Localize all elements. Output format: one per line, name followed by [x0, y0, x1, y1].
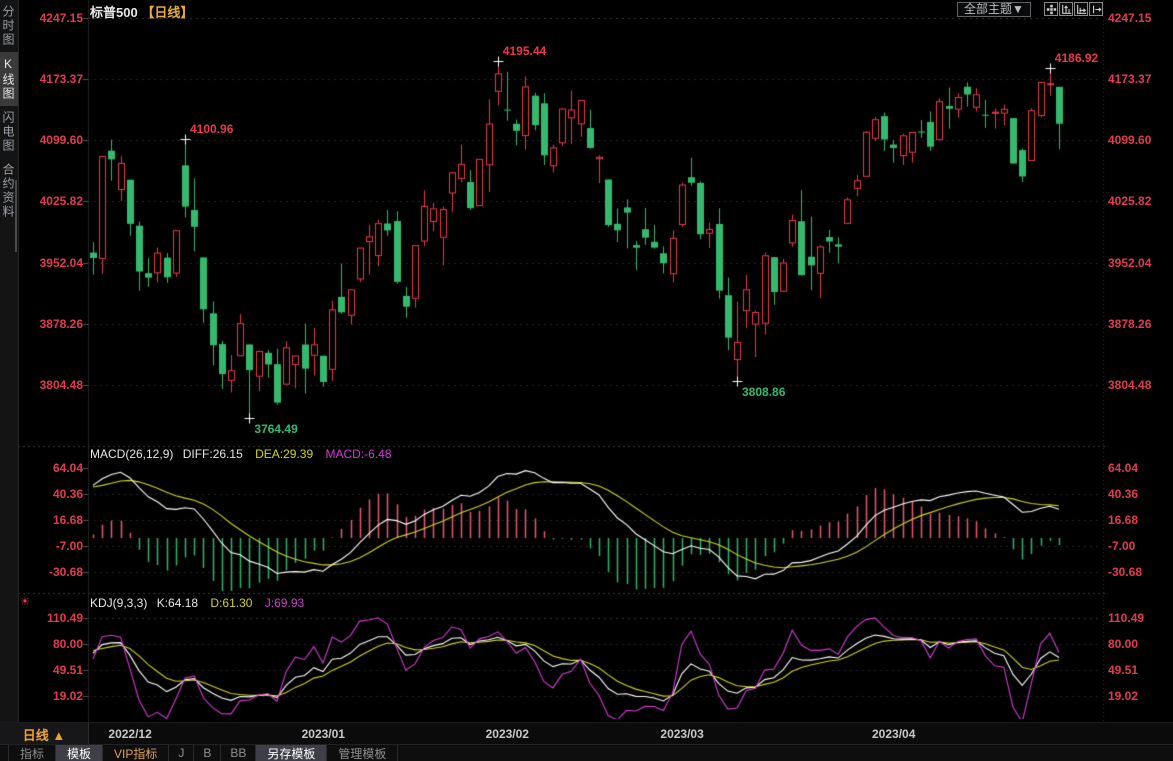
axis-label: 64.04 — [0, 461, 83, 475]
bottom-toolbar: 指标模板VIP指标JBBB另存模板管理模板 — [0, 744, 1173, 761]
axis-label: 64.04 — [1108, 461, 1138, 475]
sidebar-item-分时图[interactable]: 分时图 — [0, 0, 18, 52]
axis-label: 3878.26 — [1108, 317, 1151, 331]
axis-label: 4099.60 — [1108, 133, 1151, 147]
fit-vertical-axis-icon[interactable] — [1059, 2, 1073, 16]
macd-name-label: MACD(26,12,9) — [90, 447, 173, 461]
toolbar-tab-BB[interactable]: BB — [220, 745, 255, 761]
price-annotation-low: 3764.49 — [254, 422, 297, 436]
axis-label: 3804.48 — [1108, 378, 1151, 392]
axis-label: 19.02 — [1108, 689, 1138, 703]
symbol-title: 标普500 — [90, 5, 138, 20]
axis-label: 16.68 — [0, 513, 83, 527]
axis-label: -7.00 — [0, 539, 83, 553]
kdj-j-value: J:69.93 — [265, 596, 304, 610]
toolbar-tab-另存模板[interactable]: 另存模板 — [255, 745, 326, 761]
chart-header: 标普500 【日线】 — [90, 2, 193, 21]
xaxis-strip: 日线 ▲ 2022/12 2023/01 2023/02 2023/03 2023/04 — [0, 722, 1173, 745]
x-axis-month-label: 2023/04 — [872, 727, 915, 741]
axis-label: -7.00 — [1108, 539, 1135, 553]
axis-label: 3952.04 — [0, 256, 83, 270]
price-annotation-high: 4186.92 — [1055, 51, 1098, 65]
chart-tool-icons — [1044, 2, 1103, 16]
x-axis-month-label: 2022/12 — [108, 727, 151, 741]
sidebar-item-闪电图[interactable]: 闪电图 — [0, 106, 18, 158]
toolbar-tab-J[interactable]: J — [168, 745, 193, 761]
pan-icon[interactable] — [1044, 2, 1058, 16]
kdj-k-value: K:64.18 — [157, 596, 198, 610]
toolbar-tab-管理模板[interactable]: 管理模板 — [326, 745, 398, 761]
fit-horizontal-axis-icon[interactable] — [1074, 2, 1088, 16]
period-selector-button[interactable]: 日线 ▲ — [0, 723, 89, 745]
axis-label: 80.00 — [0, 637, 83, 651]
axis-label: 4025.82 — [1108, 194, 1151, 208]
x-axis-month-label: 2023/01 — [302, 727, 345, 741]
period-tag: 【日线】 — [141, 5, 193, 20]
axis-label: 4173.37 — [0, 72, 83, 86]
theme-selector-button[interactable]: 全部主题▼ — [957, 2, 1031, 17]
toolbar-tab-指标[interactable]: 指标 — [8, 745, 55, 761]
axis-label: 4247.15 — [1108, 11, 1151, 25]
axis-label: 49.51 — [1108, 663, 1138, 677]
axis-label: 4025.82 — [0, 194, 83, 208]
kdj-label-row: KDJ(9,3,3) K:64.18 D:61.30 J:69.93 — [90, 596, 304, 610]
axis-label: 49.51 — [0, 663, 83, 677]
toolbar-tab-模板[interactable]: 模板 — [55, 745, 102, 761]
axis-label: 4247.15 — [0, 11, 83, 25]
axis-label: 3878.26 — [0, 317, 83, 331]
axis-label: 4099.60 — [0, 133, 83, 147]
axis-label: -30.68 — [0, 565, 83, 579]
app-window: 分时图K线图闪电图合约资料 标普500 【日线】 全部主题▼ MACD(26,1… — [0, 0, 1173, 761]
price-annotation-low: 3808.86 — [742, 385, 785, 399]
sidebar-scrollbar-thumb[interactable] — [15, 180, 17, 252]
axis-label: -30.68 — [1108, 565, 1142, 579]
kdj-d-value: D:61.30 — [210, 596, 252, 610]
x-axis-month-label: 2023/03 — [660, 727, 703, 741]
macd-dea-value: DEA:29.39 — [255, 447, 313, 461]
axis-label: 4173.37 — [1108, 72, 1151, 86]
macd-label-row: MACD(26,12,9) DIFF:26.15 DEA:29.39 MACD:… — [90, 447, 392, 461]
axis-label: 3804.48 — [0, 378, 83, 392]
shift-right-icon[interactable] — [1089, 2, 1103, 16]
axis-label: 19.02 — [0, 689, 83, 703]
axis-label: 40.36 — [0, 487, 83, 501]
kdj-settings-icon[interactable]: ☀ — [20, 595, 30, 608]
axis-label: 110.49 — [1108, 611, 1144, 625]
chart-canvas[interactable] — [0, 0, 1173, 722]
price-annotation-high: 4100.96 — [190, 122, 233, 136]
toolbar-tab-B[interactable]: B — [193, 745, 220, 761]
macd-hist-value: MACD:-6.48 — [325, 447, 391, 461]
axis-label: 40.36 — [1108, 487, 1138, 501]
axis-label: 3952.04 — [1108, 256, 1151, 270]
axis-label: 16.68 — [1108, 513, 1138, 527]
axis-label: 110.49 — [0, 611, 83, 625]
price-annotation-high: 4195.44 — [503, 44, 546, 58]
toolbar-tab-VIP指标[interactable]: VIP指标 — [102, 745, 168, 761]
axis-label: 80.00 — [1108, 637, 1138, 651]
kdj-name-label: KDJ(9,3,3) — [90, 596, 147, 610]
macd-diff-value: DIFF:26.15 — [183, 447, 243, 461]
x-axis-month-label: 2023/02 — [486, 727, 529, 741]
